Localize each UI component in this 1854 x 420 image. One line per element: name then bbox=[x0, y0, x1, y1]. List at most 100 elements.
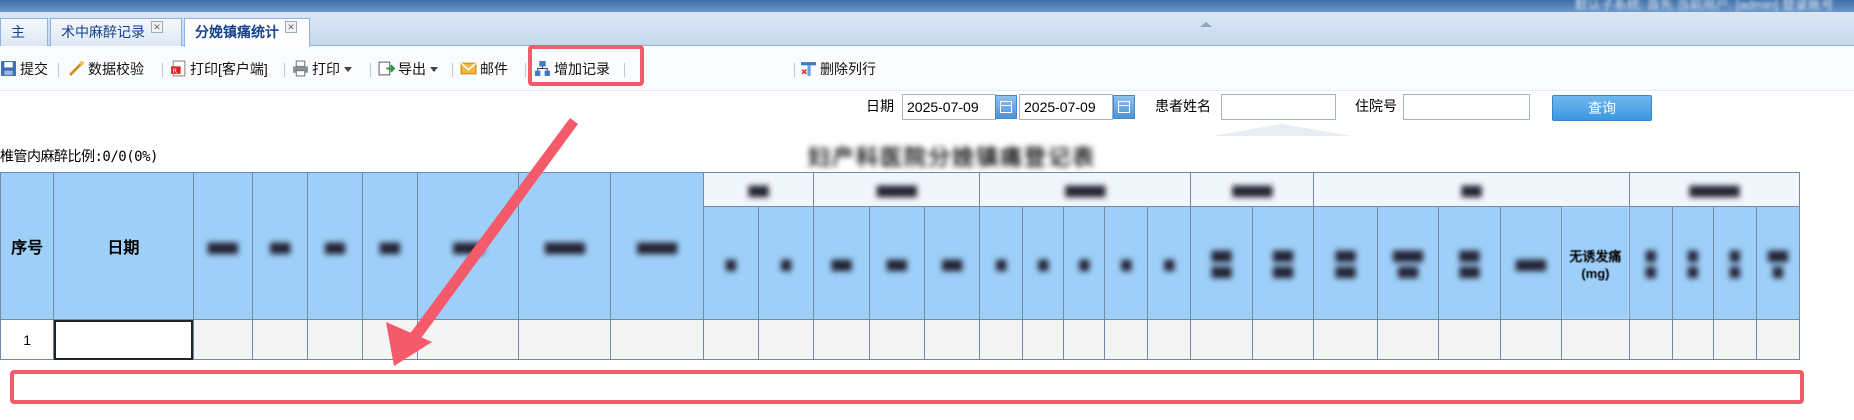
table-cell[interactable] bbox=[702, 319, 759, 360]
table-cell[interactable] bbox=[1755, 319, 1801, 360]
annotation-highlight-add-record bbox=[528, 45, 644, 86]
table-cell[interactable] bbox=[868, 319, 925, 360]
query-button[interactable]: 查询 bbox=[1552, 95, 1652, 121]
column-header: ▆▆▆ bbox=[1499, 206, 1563, 320]
toolbar-separator bbox=[452, 63, 453, 77]
column-header: ▆▆▆ ▆▆ bbox=[1376, 206, 1440, 320]
group-header: ▆▆▆▆ bbox=[979, 172, 1192, 207]
column-header: ▆▆▆▆ bbox=[518, 172, 612, 320]
tab-bar: 主页 术中麻醉记录✕ 分娩镇痛统计✕ bbox=[0, 12, 1854, 67]
table-cell[interactable] bbox=[1499, 319, 1563, 360]
toolbar-separator bbox=[525, 63, 526, 77]
table-cell[interactable] bbox=[1628, 319, 1673, 360]
table-cell[interactable] bbox=[1313, 319, 1378, 360]
toolbar-separator bbox=[370, 63, 371, 77]
date-cell[interactable] bbox=[53, 319, 194, 360]
chevron-down-icon bbox=[344, 67, 352, 72]
toolbar-separator bbox=[794, 63, 795, 77]
column-header: ▆ bbox=[979, 206, 1024, 320]
patient-name-input[interactable] bbox=[1221, 94, 1336, 120]
export-button[interactable]: 导出 bbox=[378, 57, 438, 81]
column-header: ▆▆ bbox=[307, 172, 363, 320]
inpatient-no-input[interactable] bbox=[1403, 94, 1530, 120]
mail-button[interactable]: 邮件 bbox=[460, 57, 508, 81]
group-header: ▆▆▆▆ bbox=[813, 172, 981, 207]
table-cell[interactable] bbox=[1147, 319, 1192, 360]
wand-icon bbox=[69, 61, 84, 76]
print-client-button[interactable]: R 打印[客户端] bbox=[170, 57, 268, 81]
delete-column-button[interactable]: 删除列行 bbox=[800, 57, 876, 81]
date-from-input[interactable] bbox=[902, 94, 996, 120]
collapse-search-icon[interactable] bbox=[1212, 124, 1352, 136]
column-header-date: 日期 bbox=[53, 172, 194, 320]
group-header: ▆▆▆▆▆ bbox=[1628, 172, 1801, 207]
column-header: ▆▆▆ bbox=[192, 172, 253, 320]
tab-intraop-record[interactable]: 术中麻醉记录 ✕ bbox=[50, 18, 182, 46]
table-row[interactable]: 1 bbox=[0, 319, 1801, 360]
table-cell[interactable] bbox=[1104, 319, 1149, 360]
table-cell[interactable] bbox=[1561, 319, 1630, 360]
save-icon bbox=[1, 61, 16, 76]
table-cell[interactable] bbox=[1190, 319, 1253, 360]
group-header: ▆▆ bbox=[1313, 172, 1630, 207]
table-cell[interactable] bbox=[416, 319, 520, 360]
inpatient-no-label: 住院号 bbox=[1355, 98, 1397, 114]
table-cell[interactable] bbox=[192, 319, 253, 360]
tab-home[interactable]: 主页 bbox=[0, 18, 48, 67]
table-cell[interactable] bbox=[518, 319, 612, 360]
app-banner: 默认子系统: 首先 当前用户: [admin] 登录账号 bbox=[0, 0, 1854, 12]
column-header: ▆▆▆▆ bbox=[1313, 206, 1378, 320]
column-header: ▆▆ bbox=[868, 206, 925, 320]
submit-button[interactable]: 提交 bbox=[0, 57, 48, 81]
column-header: ▆ bbox=[1147, 206, 1192, 320]
table-cell[interactable] bbox=[361, 319, 418, 360]
table-cell[interactable] bbox=[307, 319, 363, 360]
printer-icon bbox=[293, 60, 308, 77]
column-header: ▆▆▆▆ bbox=[1438, 206, 1501, 320]
toolbar: 提交 数据校验 R 打印[客户端] 打印 导出 邮件 增加记录 删除列行 bbox=[0, 47, 1854, 91]
calendar-icon[interactable] bbox=[995, 95, 1017, 119]
column-header: ▆ bbox=[1063, 206, 1106, 320]
epidural-ratio: 椎管内麻醉比例:0/0(0%) bbox=[0, 149, 158, 165]
column-header: ▆▆ bbox=[1671, 206, 1714, 320]
column-header: ▆▆ bbox=[923, 206, 981, 320]
column-header: ▆ bbox=[702, 206, 759, 320]
toolbar-separator bbox=[58, 63, 59, 77]
column-header: ▆▆ bbox=[1712, 206, 1757, 320]
table-cell[interactable] bbox=[1712, 319, 1757, 360]
validate-button[interactable]: 数据校验 bbox=[68, 57, 144, 81]
table-cell[interactable] bbox=[1376, 319, 1440, 360]
column-header: ▆ bbox=[1104, 206, 1149, 320]
table-cell[interactable] bbox=[757, 319, 815, 360]
calendar-icon[interactable] bbox=[1113, 95, 1135, 119]
column-header-index: 序号 bbox=[0, 172, 55, 320]
table-cell[interactable] bbox=[1251, 319, 1315, 360]
report-title: 妇产科医院分娩镇痛登记表 bbox=[808, 145, 1097, 170]
column-header: ▆▆▆ bbox=[1755, 206, 1801, 320]
chevron-down-icon bbox=[430, 67, 438, 72]
table-cell[interactable] bbox=[813, 319, 870, 360]
print-button[interactable]: 打印 bbox=[292, 57, 352, 81]
report-icon: R bbox=[171, 60, 186, 77]
close-icon[interactable]: ✕ bbox=[151, 21, 163, 33]
column-header: 无诱发痛(mg) bbox=[1561, 206, 1630, 320]
table-cell[interactable] bbox=[1671, 319, 1714, 360]
date-to-input[interactable] bbox=[1019, 94, 1113, 120]
table-cell[interactable] bbox=[610, 319, 704, 360]
table-cell[interactable] bbox=[251, 319, 309, 360]
table-cell[interactable] bbox=[1438, 319, 1501, 360]
column-header: ▆▆▆▆ bbox=[610, 172, 704, 320]
column-header: ▆▆ bbox=[1628, 206, 1673, 320]
column-header: ▆▆▆▆ bbox=[1190, 206, 1253, 320]
table-cell[interactable] bbox=[1022, 319, 1065, 360]
table-cell[interactable] bbox=[923, 319, 981, 360]
table-cell[interactable] bbox=[979, 319, 1024, 360]
close-icon[interactable]: ✕ bbox=[285, 21, 297, 33]
table-cell[interactable] bbox=[1063, 319, 1106, 360]
mail-icon bbox=[460, 62, 477, 75]
row-index: 1 bbox=[0, 319, 55, 360]
group-header: ▆▆▆▆ bbox=[1190, 172, 1315, 207]
column-header: ▆▆▆▆ bbox=[1251, 206, 1315, 320]
tab-labor-analgesia-stats[interactable]: 分娩镇痛统计 ✕ bbox=[184, 18, 310, 47]
collapse-header-icon[interactable] bbox=[1200, 22, 1212, 27]
